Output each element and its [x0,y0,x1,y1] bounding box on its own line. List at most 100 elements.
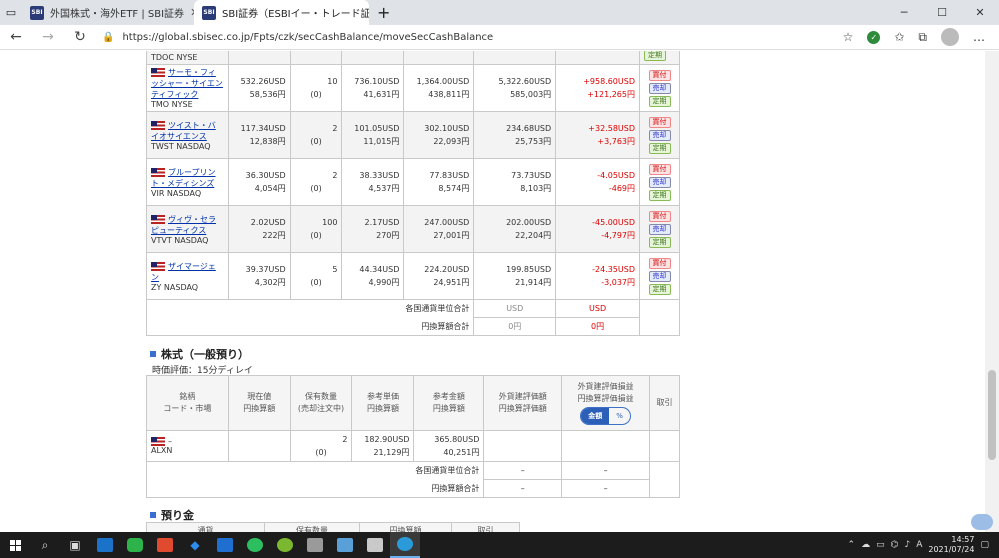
stock-name: – [168,437,172,446]
value-jpy: 21,914円 [515,278,552,287]
sell-button[interactable]: 売却 [648,176,671,188]
price-usd: 36.30USD [245,171,286,180]
buy-button[interactable]: 買付 [648,257,671,269]
app-b-icon[interactable] [90,532,120,558]
lock-icon[interactable]: 🔒 [102,32,114,43]
back-icon[interactable]: ← [0,29,32,45]
totals-label: 円換算額合計 [145,317,475,336]
section-deposit: 預り金 [150,507,194,523]
amount-percent-toggle[interactable]: 金額 % [580,407,631,425]
ime-indicator[interactable]: A [916,540,922,550]
totals-pl: USD [555,299,640,318]
page-scrollbar[interactable] [985,51,999,532]
edge-browser-icon[interactable] [390,532,420,558]
buy-button[interactable]: 買付 [648,69,671,81]
collections-icon[interactable]: ⧉ [918,30,927,45]
favorite-star-icon[interactable]: ☆ [843,30,854,44]
app-cloud-icon[interactable] [360,532,390,558]
sell-button[interactable]: 売却 [648,82,671,94]
price-jpy: 222円 [262,231,286,240]
totals-value: USD [473,299,557,318]
periodic-button[interactable]: 定期 [644,51,666,61]
pl-usd: -4.05USD [597,171,635,180]
url-text: https://global.sbisec.co.jp/Fpts/czk/sec… [122,31,494,43]
periodic-button[interactable]: 定期 [648,95,671,107]
profile-avatar[interactable] [941,28,959,46]
url-field[interactable]: 🔒 https://global.sbisec.co.jp/Fpts/czk/s… [102,27,792,48]
close-window-icon[interactable]: ✕ [961,0,999,25]
buy-button[interactable]: 買付 [648,163,671,175]
pl-usd: +958.60USD [583,77,635,86]
app-red-icon[interactable] [150,532,180,558]
periodic-button[interactable]: 定期 [648,283,671,295]
dropbox-icon[interactable]: ◆ [180,532,210,558]
more-menu-icon[interactable]: … [973,30,985,44]
network-icon[interactable]: ⌬ [891,540,899,550]
deposit-table: 通貨 保有数量 円換算額 取引 [146,522,520,532]
price-usd: 2.02USD [250,218,286,227]
volume-icon[interactable]: ♪ [904,540,910,550]
table-row: TDOC NYSE 定期 [146,51,680,65]
toggle-percent[interactable]: % [609,408,630,424]
buy-button[interactable]: 買付 [648,210,671,222]
sell-button[interactable]: 売却 [648,270,671,282]
avg-usd: 38.33USD [359,171,400,180]
minimize-icon[interactable]: ─ [885,0,923,25]
feedback-bubble-icon[interactable] [971,514,993,530]
scrollbar-thumb[interactable] [988,370,996,460]
periodic-button[interactable]: 定期 [648,189,671,201]
tab-bar: ▭ SBI 外国株式・海外ETF | SBI証券 ✕ SBI SBI証券（ESB… [0,0,999,25]
amount-jpy: 22,093円 [433,137,470,146]
col-header-qty: 保有数量 (売却注文中) [289,375,353,431]
col-header-currency: 通貨 [146,522,265,532]
line-app-icon[interactable] [120,532,150,558]
section-general-account: 株式（一般預り） [150,346,249,362]
battery-icon[interactable]: ▭ [876,540,885,550]
row-code: TDOC NYSE [146,51,229,65]
tab-foreign-stocks[interactable]: SBI 外国株式・海外ETF | SBI証券 ✕ [22,0,194,25]
table-row: ツイスト・バイオサイエンス TWST NASDAQ 117.34USD 12,838円… [146,111,680,159]
refresh-icon[interactable]: ↻ [64,29,96,45]
evernote-icon[interactable] [240,532,270,558]
extension-check-icon[interactable]: ✓ [867,30,881,44]
qty-sub: (0) [315,448,327,457]
totals-row: 円換算額合計 – – [145,479,680,498]
general-holdings-table: 銘柄 コード・市場 現在値 円換算額 保有数量 (売却注文中) 参考単価 円換算… [145,375,680,498]
us-flag-icon [151,167,165,177]
periodic-button[interactable]: 定期 [648,142,671,154]
mail-icon[interactable] [210,532,240,558]
tray-chevron-icon[interactable]: ⌃ [848,540,856,550]
app-w-icon[interactable] [270,532,300,558]
tab-sbi-active[interactable]: SBI SBI証券（ESBIイー・トレード証券） ✕ [194,0,369,25]
forward-icon[interactable]: → [32,29,64,45]
app-gray-icon[interactable] [300,532,330,558]
totals-row: 各国通貨単位合計 USD USD [145,299,680,318]
periodic-button[interactable]: 定期 [648,236,671,248]
value-usd: 5,322.60USD [498,77,552,86]
search-icon[interactable]: ⌕ [30,532,60,558]
windows-start-icon[interactable] [0,532,30,558]
col-header-avg: 参考単価 円換算額 [351,375,415,431]
price-jpy: 58,536円 [249,90,286,99]
totals-label: 円換算額合計 [145,479,485,498]
amount-jpy: 438,811円 [428,90,470,99]
value-jpy: 22,204円 [515,231,552,240]
toggle-amount[interactable]: 金額 [581,408,610,424]
cloud-icon[interactable]: ☁ [861,540,870,550]
sell-button[interactable]: 売却 [648,223,671,235]
amount-usd: 1,364.00USD [416,77,470,86]
task-view-icon[interactable]: ▣ [60,532,90,558]
buy-button[interactable]: 買付 [648,116,671,128]
favorites-icon[interactable]: ✩ [894,30,904,44]
app-book-icon[interactable] [330,532,360,558]
tab-actions-icon[interactable]: ▭ [0,0,22,25]
sell-button[interactable]: 売却 [648,129,671,141]
section-title: 預り金 [161,509,194,522]
maximize-icon[interactable]: ☐ [923,0,961,25]
clock[interactable]: 14:57 2021/07/24 [928,535,974,555]
section-title: 株式（一般預り） [161,348,249,361]
notification-icon[interactable]: ▢ [980,540,989,550]
qty-sub: (0) [310,90,322,99]
col-header-value: 外貨建評価額 円換算評価額 [483,375,563,431]
new-tab-button[interactable]: + [369,0,398,25]
